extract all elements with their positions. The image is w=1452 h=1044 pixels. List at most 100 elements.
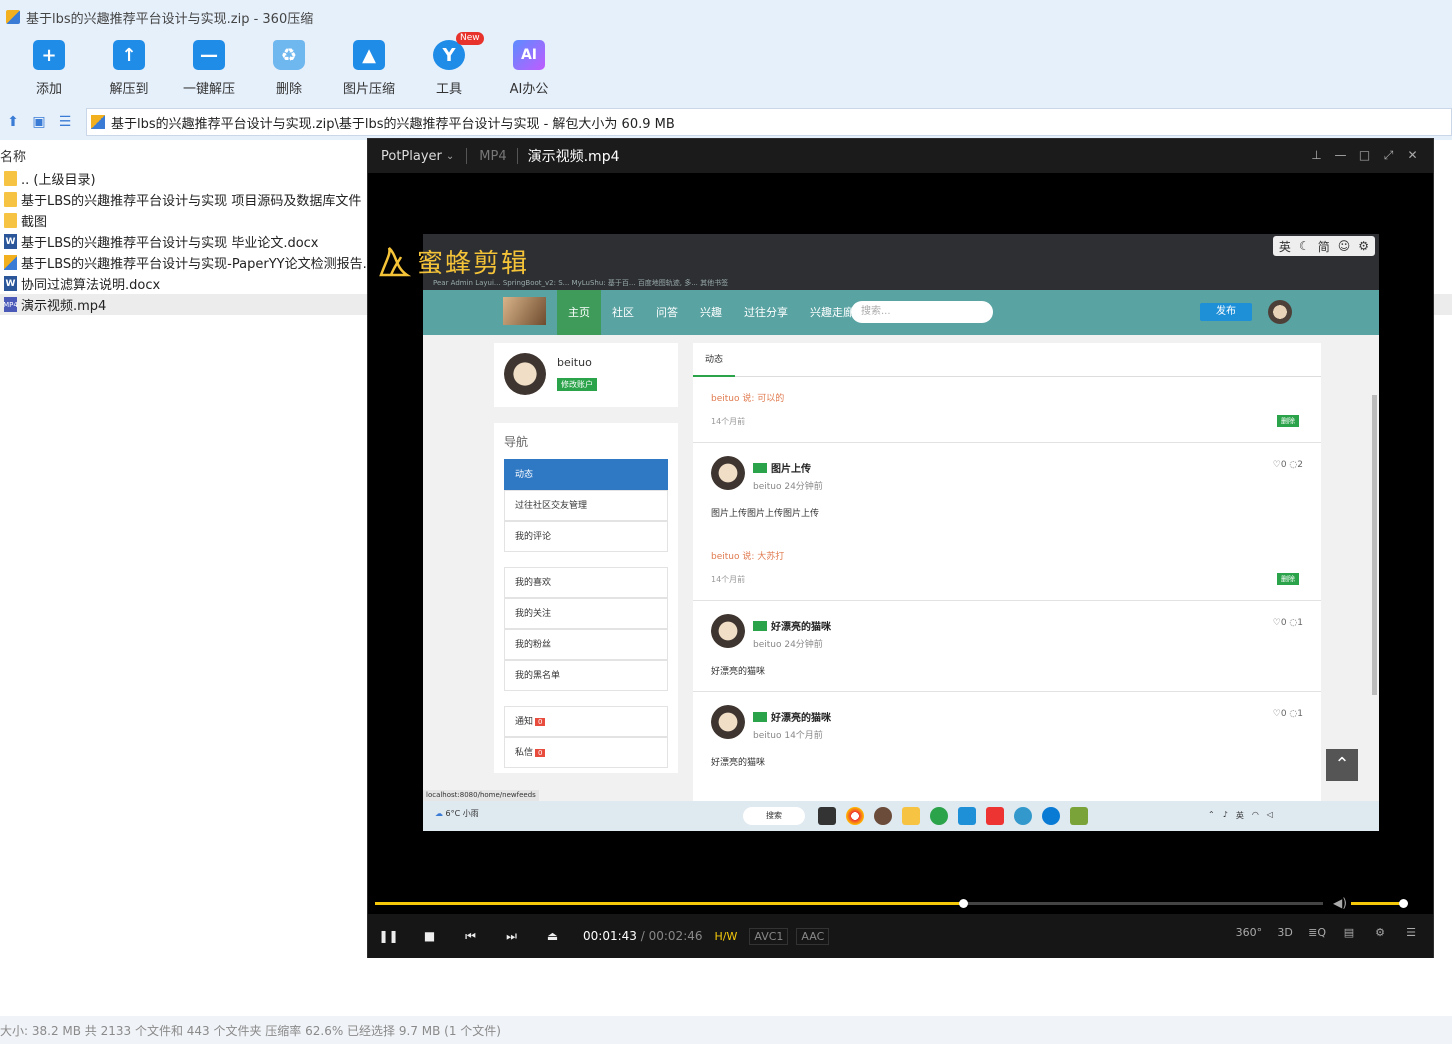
- divider: [693, 691, 1321, 692]
- nav-item: 我的喜欢: [504, 567, 668, 598]
- site-menu: 主页 社区 问答 兴趣 过往分享 兴趣走廊: [557, 290, 865, 335]
- image-post-icon: [753, 712, 767, 722]
- hw-codec-badge[interactable]: H/W: [711, 929, 742, 944]
- seek-progress: [375, 902, 963, 905]
- volume-handle[interactable]: [1398, 899, 1408, 908]
- add-label: 添加: [35, 82, 62, 97]
- video-watermark: 蜜蜂剪辑: [377, 243, 529, 280]
- file-name: 基于LBS的兴趣推荐平台设计与实现 项目源码及数据库文件: [21, 194, 362, 209]
- avatar: [1268, 300, 1292, 324]
- post-text: 好漂亮的猫咪: [711, 667, 766, 677]
- pause-icon[interactable]: ❚❚: [368, 929, 409, 943]
- fullscreen-icon[interactable]: ⤢: [1382, 148, 1395, 163]
- ime-toolbar: 英 ☾ 简 ☺ ⚙: [1272, 236, 1375, 256]
- word-doc-icon: W: [4, 276, 17, 291]
- volume-icon[interactable]: ◀): [1333, 896, 1347, 910]
- ime-lang: 英: [1278, 239, 1291, 254]
- bee-logo-icon: [379, 246, 411, 276]
- player-titlebar: PotPlayer ⌄ MP4 演示视频.mp4 ⊥ — □ ⤢ ✕: [368, 139, 1433, 173]
- delete-button[interactable]: ♻ 删除: [249, 34, 329, 104]
- gear-icon: ⚙: [1358, 239, 1369, 253]
- taskbar-search: 搜索: [743, 807, 805, 825]
- nav-item: 过往社区交友管理: [504, 490, 668, 521]
- video-codec-badge[interactable]: AVC1: [749, 927, 789, 945]
- volume-level: [1351, 902, 1403, 905]
- nav-message-label: 私信: [515, 748, 534, 758]
- post-title-text: 好漂亮的猫咪: [771, 713, 831, 724]
- file-name: 基于LBS的兴趣推荐平台设计与实现-PaperYY论文检测报告.zip: [21, 257, 386, 272]
- weather-widget: ☁ 6°C 小雨: [435, 808, 479, 819]
- post-meta: beituo 24分钟前: [753, 640, 823, 650]
- seek-handle[interactable]: [958, 899, 968, 908]
- window-controls: ⊥ — □ ⤢ ✕: [1310, 148, 1419, 163]
- previous-icon[interactable]: ⏮: [450, 929, 491, 944]
- audio-codec-badge[interactable]: AAC: [796, 927, 830, 945]
- nav-item-notify: 通知 0: [504, 706, 668, 737]
- menu-icon[interactable]: ☰: [1403, 926, 1419, 939]
- equalizer-icon[interactable]: ≣Q: [1308, 926, 1326, 939]
- vr360-icon[interactable]: 360°: [1236, 926, 1263, 939]
- seek-bar[interactable]: [375, 899, 1323, 908]
- site-publish-button: 发布: [1200, 303, 1252, 321]
- divider: [693, 442, 1321, 443]
- nav-item: 我的黑名单: [504, 660, 668, 691]
- up-arrow-icon[interactable]: ⬆: [0, 114, 26, 130]
- site-scrollbar: [1372, 395, 1377, 695]
- zip-icon: [91, 115, 105, 129]
- column-header-name[interactable]: 名称: [0, 146, 26, 165]
- chevron-down-icon[interactable]: ⌄: [446, 151, 454, 162]
- video-site-nav: 主页 社区 问答 兴趣 过往分享 兴趣走廊 搜索... 发布: [423, 290, 1379, 335]
- pin-icon[interactable]: ⊥: [1310, 148, 1323, 163]
- eject-icon[interactable]: ⏏: [532, 929, 573, 943]
- site-logo: [503, 297, 546, 325]
- folder-icon: [4, 213, 17, 228]
- next-icon[interactable]: ⏭: [491, 929, 532, 944]
- video-taskbar: ☁ 6°C 小雨 搜索 ⌃ ♪ 英 ◠ ◁: [423, 801, 1379, 831]
- folder-icon: [4, 192, 17, 207]
- gear-icon[interactable]: ⚙: [1372, 926, 1388, 939]
- volume-slider[interactable]: [1351, 899, 1408, 908]
- stop-icon[interactable]: ■: [409, 929, 450, 943]
- one-click-extract-button[interactable]: — 一键解压: [169, 34, 249, 104]
- post-text: 图片上传图片上传图片上传: [711, 509, 820, 519]
- image-compress-label: 图片压缩: [342, 82, 395, 97]
- image-compress-button[interactable]: ▲ 图片压缩: [329, 34, 409, 104]
- ai-office-label: AI办公: [509, 82, 549, 97]
- video-frame[interactable]: 英 ☾ 简 ☺ ⚙ Pear Admin Layui... SpringBoot…: [423, 234, 1379, 831]
- ai-office-button[interactable]: AI AI办公: [489, 34, 569, 104]
- post-stats: ♡0 ◌1: [1272, 709, 1303, 719]
- site-nav-item: 过往分享: [744, 306, 788, 319]
- post-title: 好漂亮的猫咪: [753, 709, 831, 724]
- add-button[interactable]: + 添加: [9, 34, 89, 104]
- close-icon[interactable]: ✕: [1406, 148, 1419, 163]
- tools-button[interactable]: Y New 工具: [409, 32, 489, 104]
- post-title: 图片上传: [753, 460, 811, 475]
- player-menu-button[interactable]: PotPlayer: [381, 149, 442, 164]
- comment-text: beituo 说: 大苏打: [711, 552, 785, 562]
- playlist-icon[interactable]: ▤: [1341, 926, 1357, 939]
- mic-icon: ♪: [1222, 810, 1228, 819]
- path-field[interactable]: 基于lbs的兴趣推荐平台设计与实现.zip\基于lbs的兴趣推荐平台设计与实现 …: [86, 108, 1452, 136]
- thumbnail-view-icon[interactable]: ▣: [26, 114, 52, 130]
- post-text: 好漂亮的猫咪: [711, 758, 766, 768]
- nav-item: 我的评论: [504, 521, 668, 552]
- list-view-icon[interactable]: ☰: [52, 114, 78, 130]
- nav-notify-label: 通知: [515, 717, 534, 727]
- app-icon: [1070, 807, 1088, 825]
- minimize-icon[interactable]: —: [1334, 148, 1347, 163]
- moon-icon: ☾: [1298, 239, 1310, 253]
- player-controls: ❚❚ ■ ⏮ ⏭ ⏏ 00:01:43 / 00:02:46 H/W AVC1 …: [368, 914, 1433, 958]
- message-badge: 0: [535, 749, 546, 757]
- emoji-icon: ☺: [1337, 239, 1351, 253]
- status-text: 大小: 38.2 MB 共 2133 个文件和 443 个文件夹 压缩率 62.…: [0, 1023, 501, 1038]
- chrome-icon: [846, 807, 864, 825]
- 3d-icon[interactable]: 3D: [1277, 926, 1293, 939]
- post-meta: beituo 24分钟前: [753, 482, 823, 492]
- maximize-icon[interactable]: □: [1358, 148, 1371, 163]
- notify-badge: 0: [535, 718, 546, 726]
- image-post-icon: [753, 621, 767, 631]
- extract-to-button[interactable]: ↑ 解压到: [89, 34, 169, 104]
- time-current: 00:01:43: [583, 929, 637, 943]
- app-icon: [1014, 807, 1032, 825]
- player-format: MP4: [479, 148, 507, 164]
